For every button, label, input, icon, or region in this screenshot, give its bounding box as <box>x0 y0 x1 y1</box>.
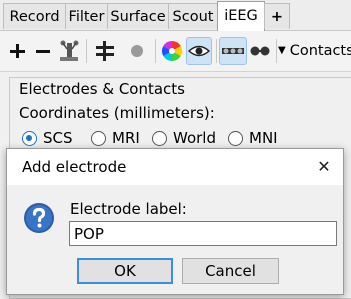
close-icon[interactable]: ✕ <box>313 157 335 177</box>
gray-dot-icon[interactable] <box>124 37 150 65</box>
contacts-menu[interactable]: ▼ Contacts <box>278 37 351 65</box>
radio-mni-label: MNI <box>249 129 278 147</box>
radio-button-icon <box>152 130 167 146</box>
ok-button[interactable]: OK <box>77 258 173 284</box>
tab-scout[interactable]: Scout <box>168 3 218 29</box>
radio-mri[interactable]: MRI <box>91 129 140 147</box>
tab-surface[interactable]: Surface <box>107 3 169 29</box>
radio-button-icon <box>22 130 37 146</box>
toolbar-separator <box>276 39 277 63</box>
color-wheel-icon[interactable] <box>159 37 185 65</box>
radio-mni[interactable]: MNI <box>228 129 278 147</box>
dialog-title: Add electrode <box>22 158 127 176</box>
display-electrodes-icon[interactable] <box>247 37 273 65</box>
add-electrode-dialog: Add electrode ✕ Electrode label: OK Canc… <box>6 148 344 295</box>
radio-scs[interactable]: SCS <box>22 129 73 147</box>
tab-add[interactable]: + <box>264 3 290 29</box>
radio-button-icon <box>91 130 106 146</box>
radio-world[interactable]: World <box>152 129 216 147</box>
display-contacts-icon[interactable] <box>219 37 247 65</box>
radio-scs-label: SCS <box>43 129 73 147</box>
radio-world-label: World <box>173 129 216 147</box>
eye-icon[interactable] <box>186 37 212 65</box>
question-icon <box>24 203 54 233</box>
caret-down-icon: ▼ <box>278 45 286 56</box>
toolbar: ▼ Contacts <box>0 31 351 72</box>
tab-filter[interactable]: Filter <box>65 3 108 29</box>
electrode-label-input[interactable] <box>69 221 337 246</box>
toolbar-separator <box>86 39 87 63</box>
tab-record[interactable]: Record <box>3 3 66 29</box>
tab-bar: Record Filter Surface Scout iEEG + <box>0 0 351 31</box>
toolbar-separator <box>155 39 156 63</box>
cancel-button[interactable]: Cancel <box>182 258 279 284</box>
section-title: Electrodes & Contacts <box>19 80 185 98</box>
dialog-titlebar: Add electrode ✕ <box>7 149 343 185</box>
tab-ieeg[interactable]: iEEG <box>217 1 265 31</box>
add-icon[interactable] <box>4 37 30 65</box>
radio-button-icon <box>228 130 243 146</box>
toolbar-separator <box>216 39 217 63</box>
contacts-menu-label: Contacts <box>289 43 351 59</box>
electrode-model-icon[interactable] <box>56 37 82 65</box>
radio-mri-label: MRI <box>112 129 140 147</box>
remove-icon[interactable] <box>30 37 56 65</box>
electrode-label-caption: Electrode label: <box>70 200 187 218</box>
align-icon[interactable] <box>92 37 118 65</box>
coordinates-label: Coordinates (millimeters): <box>19 104 215 122</box>
